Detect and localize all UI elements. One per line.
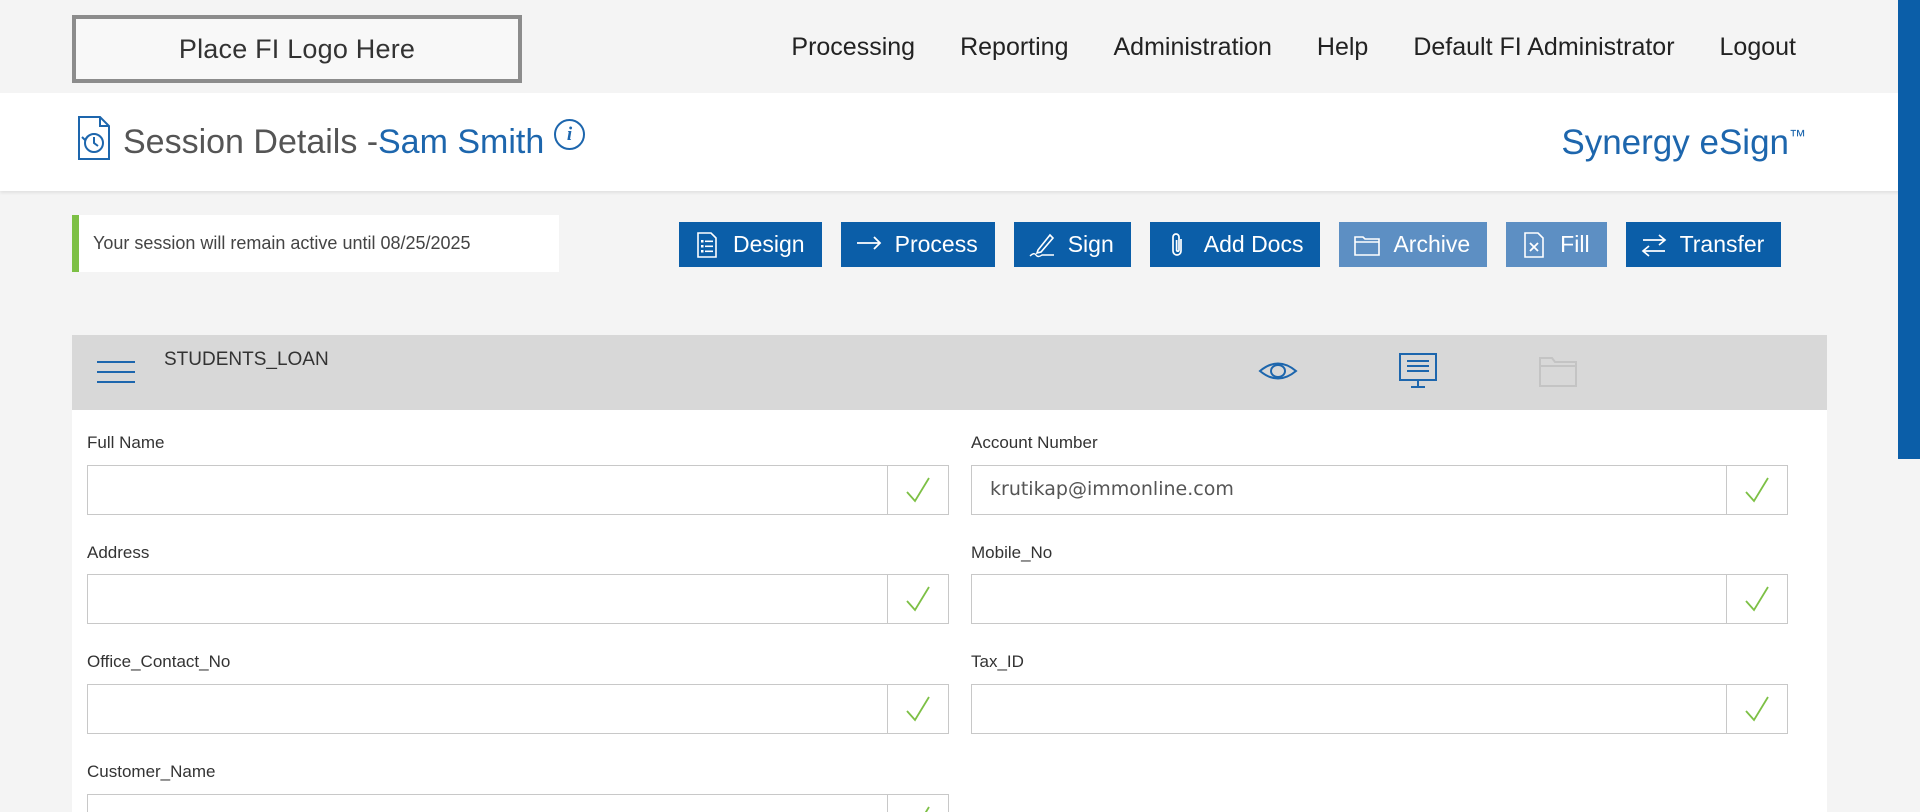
archive-button[interactable]: Archive	[1339, 222, 1488, 267]
pen-icon	[1029, 233, 1054, 257]
tax-id-field[interactable]	[971, 684, 1788, 734]
account-number-check[interactable]	[1726, 466, 1787, 514]
main-nav: Processing Reporting Administration Help…	[791, 33, 1796, 62]
fi-logo-placeholder[interactable]: Place FI Logo Here	[72, 15, 522, 83]
customer-name-field[interactable]	[87, 794, 949, 812]
checkmark-icon	[1745, 477, 1769, 503]
document-fields-panel: Full Name Account Number krutikap@immonl…	[72, 410, 1827, 812]
brand-name: Synergy eSign™	[1561, 123, 1806, 163]
account-number-label: Account Number	[971, 433, 1098, 452]
office-contact-no-check[interactable]	[887, 685, 948, 733]
swap-arrows-icon	[1641, 233, 1666, 257]
full-name-check[interactable]	[887, 466, 948, 514]
mobile-no-check[interactable]	[1726, 575, 1787, 623]
nav-processing[interactable]: Processing	[791, 33, 915, 62]
checkmark-icon	[924, 806, 930, 812]
vertical-scrollbar[interactable]	[1898, 0, 1920, 459]
design-label: Design	[733, 231, 805, 257]
checkmark-icon	[1745, 696, 1769, 722]
nav-user-menu[interactable]: Default FI Administrator	[1413, 33, 1674, 62]
mobile-no-label: Mobile_No	[971, 543, 1053, 562]
add-docs-button[interactable]: Add Docs	[1149, 222, 1321, 267]
document-panel-header: STUDENTS_LOAN	[72, 335, 1827, 410]
checkmark-icon	[1745, 586, 1769, 612]
mobile-no-field[interactable]	[971, 574, 1788, 624]
hamburger-line	[97, 361, 135, 363]
checkmark-icon	[906, 477, 930, 503]
session-history-icon	[78, 116, 110, 160]
nav-logout[interactable]: Logout	[1720, 33, 1796, 62]
title-bar: Session Details - Sam Smith i Synergy eS…	[0, 93, 1900, 191]
page-title: Session Details -	[123, 123, 379, 161]
session-expiry-notice: Your session will remain active until 08…	[72, 215, 559, 272]
action-toolbar: Design Process Sign Add Docs Archive Fil…	[679, 222, 1782, 267]
checkmark-icon	[906, 586, 930, 612]
process-button[interactable]: Process	[840, 222, 995, 267]
nav-help[interactable]: Help	[1317, 33, 1368, 62]
document-edit-icon	[1524, 231, 1544, 258]
hamburger-line	[97, 381, 135, 383]
tax-id-check[interactable]	[1726, 685, 1787, 733]
nav-reporting[interactable]: Reporting	[960, 33, 1068, 62]
fill-button[interactable]: Fill	[1506, 222, 1607, 267]
nav-administration[interactable]: Administration	[1113, 33, 1271, 62]
trademark-mark: ™	[1789, 126, 1806, 146]
tax-id-label: Tax_ID	[971, 652, 1024, 671]
sign-button[interactable]: Sign	[1013, 222, 1131, 267]
office-contact-no-label: Office_Contact_No	[87, 652, 231, 671]
fill-label: Fill	[1560, 231, 1590, 257]
monitor-icon[interactable]	[1397, 352, 1439, 390]
sign-label: Sign	[1067, 231, 1114, 257]
info-icon[interactable]: i	[554, 119, 585, 150]
brand-text: Synergy eSign	[1561, 123, 1789, 162]
eye-icon[interactable]	[1257, 352, 1299, 390]
process-label: Process	[894, 231, 978, 257]
session-signer-name: Sam Smith	[378, 123, 545, 161]
hamburger-line	[97, 371, 135, 373]
folder-icon	[1354, 235, 1381, 256]
archive-label: Archive	[1393, 231, 1471, 257]
address-check[interactable]	[887, 575, 948, 623]
address-label: Address	[87, 543, 150, 562]
transfer-label: Transfer	[1679, 231, 1765, 257]
hamburger-menu-icon[interactable]	[97, 361, 135, 383]
arrow-right-icon	[856, 235, 881, 250]
office-contact-no-field[interactable]	[87, 684, 949, 734]
checklist-icon	[697, 231, 717, 258]
paperclip-icon	[1171, 232, 1182, 256]
design-button[interactable]: Design	[679, 222, 822, 267]
transfer-button[interactable]: Transfer	[1625, 222, 1782, 267]
document-title: STUDENTS_LOAN	[164, 349, 329, 370]
folder-icon	[1539, 357, 1577, 387]
full-name-field[interactable]	[87, 465, 949, 515]
customer-name-check[interactable]	[887, 795, 948, 812]
top-bar: Place FI Logo Here Processing Reporting …	[0, 0, 1920, 93]
customer-name-label: Customer_Name	[87, 762, 216, 781]
account-number-value: krutikap@immonline.com	[990, 478, 1234, 500]
checkmark-icon	[906, 696, 930, 722]
address-field[interactable]	[87, 574, 949, 624]
add-docs-label: Add Docs	[1203, 231, 1304, 257]
account-number-field[interactable]: krutikap@immonline.com	[971, 465, 1788, 515]
full-name-label: Full Name	[87, 433, 165, 452]
